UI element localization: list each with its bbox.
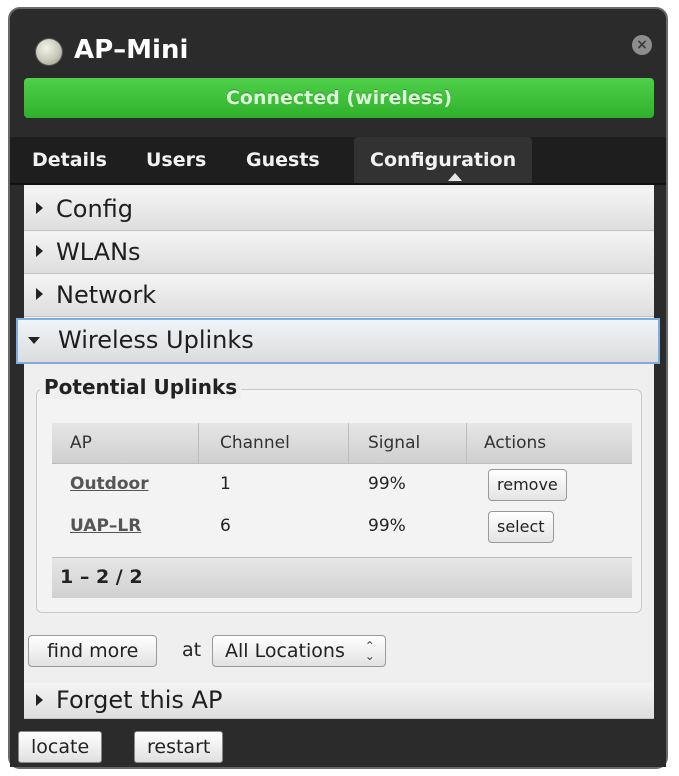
connection-status-bar: Connected (wireless) [24,78,654,118]
column-divider [348,423,349,463]
triangle-right-icon [36,245,43,257]
active-tab-pointer [448,173,462,181]
column-header-signal[interactable]: Signal [368,433,420,453]
locate-button[interactable]: locate [18,731,103,763]
pager-label: 1 – 2 / 2 [60,566,143,588]
title-bar: AP–Mini × [10,9,666,81]
triangle-down-icon [28,337,40,344]
uplink-signal: 99% [368,516,406,536]
column-divider [466,423,467,463]
tab-details[interactable]: Details [32,137,107,183]
tab-configuration[interactable]: Configuration [354,137,533,183]
triangle-right-icon [36,202,43,214]
column-header-actions: Actions [484,433,547,453]
section-wireless-uplinks[interactable]: Wireless Uplinks [16,318,660,364]
ubiquiti-logo-icon [36,39,62,65]
find-uplinks-row: find more at All Locations ⌃ ⌄ [28,633,648,667]
uplink-ap-link[interactable]: Outdoor [70,474,149,494]
section-network[interactable]: Network [24,275,654,317]
table-pager: 1 – 2 / 2 [52,557,632,598]
up-down-chevron-icon: ⌃ ⌄ [364,639,375,663]
column-header-ap[interactable]: AP [70,433,92,453]
table-row: UAP–LR 6 99% select [52,506,632,548]
table-row: Outdoor 1 99% remove [52,464,632,506]
remove-uplink-button[interactable]: remove [488,469,567,501]
column-divider [198,423,199,463]
uplink-signal: 99% [368,474,406,494]
column-header-channel[interactable]: Channel [220,433,290,453]
uplink-channel: 1 [220,474,231,494]
triangle-right-icon [36,288,43,300]
configuration-panel: Config WLANs Network Wireless Uplinks Po… [16,185,660,719]
find-more-button[interactable]: find more [28,635,158,667]
uplink-channel: 6 [220,516,231,536]
triangle-right-icon [36,694,43,706]
at-label: at [182,639,202,661]
section-network-label: Network [56,281,157,309]
restart-button[interactable]: restart [134,731,224,763]
select-uplink-button[interactable]: select [488,511,554,543]
section-forget-ap[interactable]: Forget this AP [24,683,654,719]
uplinks-table: AP Channel Signal Actions Outdoor 1 99% … [52,423,632,548]
tab-bar: Details Users Guests Configuration [10,137,666,185]
section-wireless-uplinks-label: Wireless Uplinks [58,326,254,354]
section-config-label: Config [56,195,134,223]
uplink-ap-link[interactable]: UAP–LR [70,516,141,536]
table-header: AP Channel Signal Actions [52,423,632,464]
section-wlans-label: WLANs [56,238,141,266]
tab-users[interactable]: Users [146,137,206,183]
potential-uplinks-legend: Potential Uplinks [40,375,242,399]
location-select[interactable]: All Locations ⌃ ⌄ [212,635,386,667]
section-config[interactable]: Config [24,189,654,231]
section-forget-ap-label: Forget this AP [56,686,223,714]
close-icon[interactable]: × [632,35,652,55]
window-title: AP–Mini [74,35,189,65]
tab-guests[interactable]: Guests [246,137,320,183]
bottom-toolbar: locate restart [10,719,666,767]
location-select-value: All Locations [225,640,345,662]
section-wlans[interactable]: WLANs [24,232,654,274]
ap-detail-window: AP–Mini × Connected (wireless) Details U… [8,7,668,769]
